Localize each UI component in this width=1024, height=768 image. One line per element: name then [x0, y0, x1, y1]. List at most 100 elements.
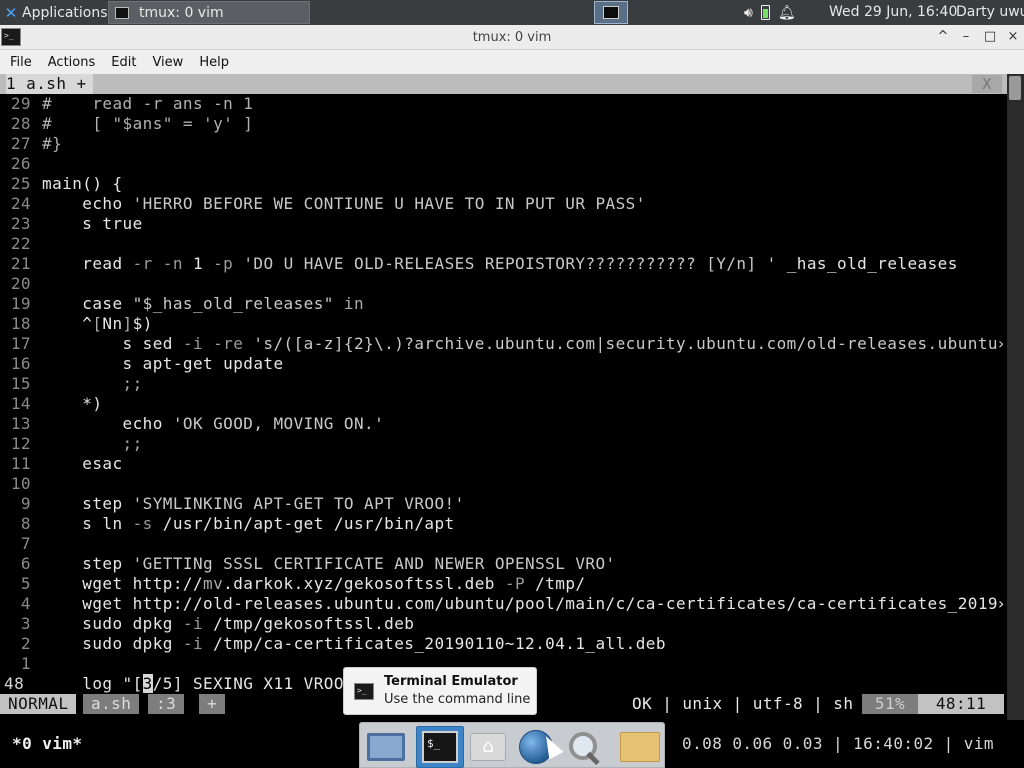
- code-line[interactable]: 25 main() {: [0, 174, 1003, 194]
- terminal-area[interactable]: 1 a.sh + X 29 # read -r ans -n 1 28 # [ "$a…: [0, 74, 1024, 720]
- menu-help[interactable]: Help: [191, 55, 237, 70]
- code-token: read: [42, 254, 133, 273]
- dock-item-terminal[interactable]: $_: [416, 726, 464, 768]
- code-token: 'OK GOOD, MOVING ON.': [172, 414, 385, 433]
- code-line[interactable]: 3 sudo dpkg -i /tmp/gekosoftssl.deb: [0, 614, 1003, 634]
- user-menu[interactable]: Darty uwu: [956, 0, 1024, 25]
- code-line[interactable]: 17 s sed -i -re 's/([a-z]{2}\.)?archive.…: [0, 334, 1003, 354]
- code-token: s sed: [42, 334, 183, 353]
- line-text: esac: [42, 454, 123, 474]
- code-token: -i: [182, 634, 214, 653]
- code-line[interactable]: 15 ;;: [0, 374, 1003, 394]
- line-number: 4: [20, 594, 31, 613]
- code-line[interactable]: 2 sudo dpkg -i /tmp/ca-certificates_2019…: [0, 634, 1003, 654]
- line-text: # read -r ans -n 1: [42, 94, 253, 114]
- dock-tooltip: >_ Terminal Emulator Use the command lin…: [343, 667, 537, 715]
- code-line[interactable]: 8 s ln -s /usr/bin/apt-get /usr/bin/apt: [0, 514, 1003, 534]
- code-token: wget http://: [42, 574, 204, 593]
- code-line[interactable]: 23 s true: [0, 214, 1003, 234]
- maximize-button[interactable]: □: [981, 28, 999, 46]
- code-line[interactable]: 6 step 'GETTINg SSSL CERTIFICATE AND NEW…: [0, 554, 1003, 574]
- vim-buffer[interactable]: 29 # read -r ans -n 1 28 # [ "$ans" = 'y' ]…: [0, 94, 1003, 694]
- code-line[interactable]: 12 ;;: [0, 434, 1003, 454]
- terminal-icon: [603, 6, 619, 19]
- code-line[interactable]: 4 wget http://old-releases.ubuntu.com/ub…: [0, 594, 1003, 614]
- code-line[interactable]: 29 # read -r ans -n 1: [0, 94, 1003, 114]
- applications-label: Applications: [22, 4, 108, 21]
- code-line[interactable]: 7: [0, 534, 1003, 554]
- code-token: echo: [42, 414, 173, 433]
- workspace-switcher[interactable]: [594, 1, 628, 24]
- line-number: 21: [10, 254, 31, 273]
- line-number: 48: [4, 674, 25, 693]
- line-number: 10: [10, 474, 31, 493]
- vim-tab-active[interactable]: 1 a.sh +: [6, 74, 93, 94]
- code-line[interactable]: 26: [0, 154, 1003, 174]
- line-number: 3: [20, 614, 31, 633]
- line-number: 16: [10, 354, 31, 373]
- tooltip-title: Terminal Emulator: [384, 674, 518, 689]
- menu-file[interactable]: File: [2, 55, 40, 70]
- line-number: 14: [10, 394, 31, 413]
- code-line[interactable]: 13 echo 'OK GOOD, MOVING ON.': [0, 414, 1003, 434]
- code-token: step: [42, 554, 133, 573]
- applications-menu-button[interactable]: ✕ Applications: [0, 0, 108, 25]
- code-line[interactable]: 16 s apt-get update: [0, 354, 1003, 374]
- menu-actions[interactable]: Actions: [40, 55, 104, 70]
- code-token: "$_has_old_releases": [132, 294, 334, 313]
- bell-icon[interactable]: 🔔︎: [778, 5, 796, 21]
- line-text: case "$_has_old_releases" in: [42, 294, 364, 314]
- minimize-button[interactable]: –: [957, 28, 975, 46]
- code-token: 1: [192, 254, 214, 273]
- code-line[interactable]: 5 wget http://mv.darkok.xyz/gekosoftssl.…: [0, 574, 1003, 594]
- dock-item-files[interactable]: [616, 726, 664, 768]
- code-line[interactable]: 21 read -r -n 1 -p 'DO U HAVE OLD-RELEAS…: [0, 254, 1003, 274]
- vim-tab-close-button[interactable]: X: [972, 75, 1002, 93]
- line-text: ;;: [42, 434, 143, 454]
- scrollbar-thumb[interactable]: [1009, 76, 1021, 100]
- code-line[interactable]: 27 #}: [0, 134, 1003, 154]
- menu-view[interactable]: View: [144, 55, 191, 70]
- code-line[interactable]: 19 case "$_has_old_releases" in: [0, 294, 1003, 314]
- dock-item-home[interactable]: ⌂: [464, 726, 512, 768]
- line-text: s apt-get update: [42, 354, 284, 374]
- volume-icon[interactable]: 🔊︎: [744, 5, 753, 21]
- code-line[interactable]: 11 esac: [0, 454, 1003, 474]
- menu-edit[interactable]: Edit: [103, 55, 144, 70]
- code-line[interactable]: 20: [0, 274, 1003, 294]
- line-number: 13: [10, 414, 31, 433]
- taskbar-item-tmux[interactable]: tmux: 0 vim: [108, 1, 310, 24]
- close-button[interactable]: ×: [1004, 28, 1022, 46]
- code-token: ^: [42, 314, 93, 333]
- scrollbar[interactable]: [1007, 74, 1024, 720]
- code-line[interactable]: 28 # [ "$ans" = 'y' ]: [0, 114, 1003, 134]
- code-token: s true: [42, 214, 143, 233]
- line-number: 6: [20, 554, 31, 573]
- code-line[interactable]: 14 *): [0, 394, 1003, 414]
- line-text: *): [42, 394, 102, 414]
- dock-item-app-finder[interactable]: [560, 726, 608, 768]
- dock-item-desktop[interactable]: [362, 726, 410, 768]
- window-titlebar[interactable]: >_ tmux: 0 vim ^ – □ ×: [0, 25, 1024, 50]
- vim-filename: a.sh: [83, 694, 140, 714]
- home-folder-icon: ⌂: [470, 733, 506, 761]
- clock[interactable]: Wed 29 Jun, 16:40: [829, 0, 957, 25]
- code-line[interactable]: 10: [0, 474, 1003, 494]
- code-token: *): [42, 394, 103, 413]
- shade-button[interactable]: ^: [934, 28, 952, 46]
- line-text: step 'GETTINg SSSL CERTIFICATE AND NEWER…: [42, 554, 616, 574]
- code-line[interactable]: 24 echo 'HERRO BEFORE WE CONTIUNE U HAVE…: [0, 194, 1003, 214]
- line-text: sudo dpkg -i /tmp/gekosoftssl.deb: [42, 614, 414, 634]
- battery-icon[interactable]: [760, 5, 770, 20]
- code-token: esac: [42, 454, 123, 473]
- code-token: -i -re: [182, 334, 254, 353]
- app-finder-icon: [566, 729, 602, 765]
- code-token: wget http://old-releases.ubuntu.com/ubun…: [42, 594, 1003, 613]
- line-number: 20: [10, 274, 31, 293]
- line-text: wget http://mv.darkok.xyz/gekosoftssl.de…: [42, 574, 585, 594]
- code-line[interactable]: 18 ^[Nn]$): [0, 314, 1003, 334]
- code-token: _has_old_releases: [776, 254, 958, 273]
- code-line[interactable]: 22: [0, 234, 1003, 254]
- code-line[interactable]: 9 step 'SYMLINKING APT-GET TO APT VROO!': [0, 494, 1003, 514]
- tmux-window-name: *0 vim*: [12, 734, 83, 753]
